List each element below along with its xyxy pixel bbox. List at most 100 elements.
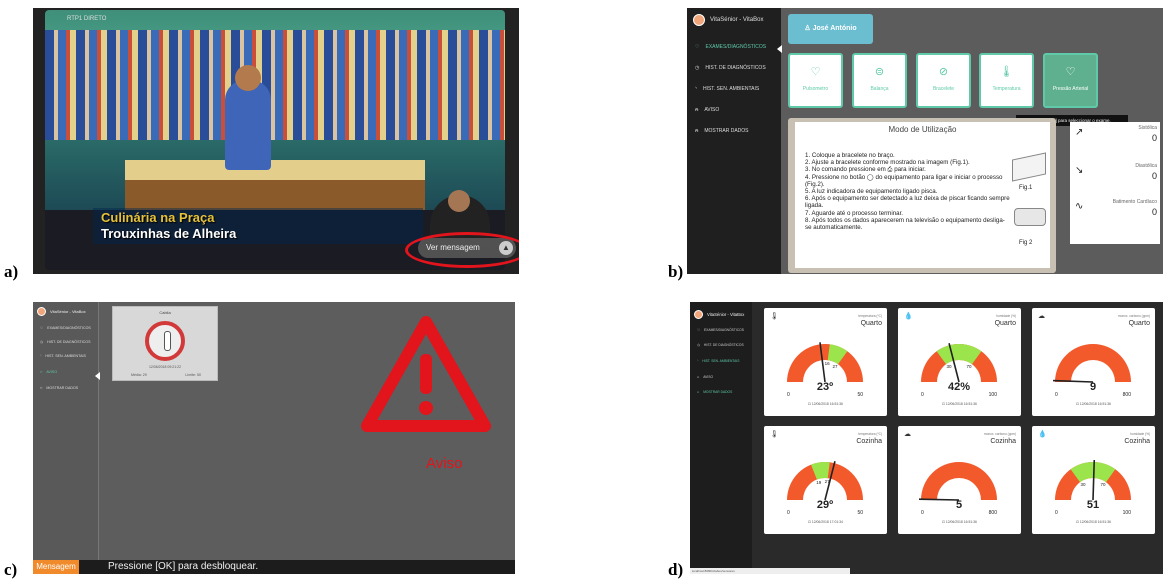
gauge-value: 9 [1090,381,1096,393]
gauge-max: 100 [989,392,998,398]
sidebar-item-aviso[interactable]: ⍾ AVISO [40,370,57,374]
sidebar-item-exames[interactable]: ♡ EXAMES/DIAGNÓSTICOS [697,328,744,332]
gauge-card: 💧 humidade (%) Cozinha 0 100 51 30 70 ⊡ 12/06/20… [1032,426,1155,534]
thermometer-icon: 🌡 [999,66,1014,78]
gauge-timestamp: ⊡ 12/06/2018 16:51:36 [1076,402,1111,406]
bell-icon: ⍾ [695,107,699,113]
sidebar-item-mostrar-dados[interactable]: ⍾ MOSTRAR DADOS [697,390,732,394]
sidebar-item-aviso[interactable]: ⍾ AVISO [695,107,719,113]
exam-card-temperatura[interactable]: 🌡 Temperatura [979,53,1034,108]
exam-card-bracelete[interactable]: ⊘ Bracelete [916,53,971,108]
gauge-dial: 0 50 23º 1627 [787,342,863,398]
gauge-max: 50 [857,392,863,398]
brand-name: VitaSénior - VitaBox [710,17,764,23]
bell-icon: ⍾ [40,386,43,390]
room-name: Cozinha [990,438,1016,445]
vital-diastolica: ↘ Diastólica 0 [1075,163,1157,181]
sidebar-item-exames[interactable]: ♡ EXAMES/DIAGNÓSTICOS [695,44,766,50]
sidebar-item-hist-ambientais[interactable]: ◝ HIST. SEN. AMBIENTAIS [40,354,86,358]
sensor-type: humidade (%) [996,314,1016,318]
clock-icon: ◷ [695,65,700,71]
tv-screen: RTP1 DIRETO Culinária na Praça Trouxinha… [45,10,505,270]
sidebar-item-label: HIST. DE DIAGNÓSTICOS [703,343,744,347]
exam-label: Temperatura [992,86,1021,92]
vital-label: Sistólica [1138,125,1157,131]
bell-icon: ⍾ [695,128,699,134]
sidebar-item-hist-diagnosticos[interactable]: ◷ HIST. DE DIAGNÓSTICOS [695,65,766,71]
interpreter-head [448,190,470,212]
gauge-dial: 0 800 5 [919,462,997,516]
logo-icon [37,307,46,316]
green-band-label: 30 [946,364,952,369]
tv-photo-panel: RTP1 DIRETO Culinária na Praça Trouxinha… [33,8,519,274]
aviso-label: Aviso [426,455,463,472]
step: 8. Após todos os dados aparecerem na tel… [805,216,1005,232]
bell-icon: ⍾ [697,390,700,394]
green-band-label: 70 [1100,482,1106,487]
exam-card-pulsometro[interactable]: ♡ Pulsometro [788,53,843,108]
clock-icon: ◷ [40,340,44,344]
gauge-value: 42% [948,381,970,393]
heart-icon: ♡ [40,326,44,330]
presenter-head [235,65,261,91]
wifi-icon: ◝ [40,354,42,358]
bell-icon: ⍾ [40,370,43,374]
brand: VitaSénior - VitaBox [693,14,763,26]
green-band-label: 16 [825,361,831,366]
gauge-min: 0 [787,510,790,516]
bracelet-icon: ⊘ [938,66,949,78]
sidebar-item-label: HIST. SEN. AMBIENTAIS [45,354,86,358]
pulse-icon: ♡ [810,66,821,78]
exam-card-pressao[interactable]: ♡ Pressão Arterial [1043,53,1098,108]
label-b: b) [668,262,684,281]
gauge-timestamp: ⊡ 12/06/2018 17:01:34 [808,520,843,524]
gauge-dial: 0 800 9 [1053,344,1131,398]
gauge-value: 5 [956,499,962,511]
sidebar-item-label: HIST. DE DIAGNÓSTICOS [705,65,766,71]
guide-title: Modo de Utilização [888,125,957,134]
gauge-card: ☁ monox. carbono (ppm) Cozinha 0 800 5 ⊡ 12/06… [898,426,1021,534]
exam-card-balanca[interactable]: ⊜ Balança [852,53,907,108]
sidebar-item-hist-ambientais[interactable]: ◝ HIST. SEN. AMBIENTAIS [695,86,759,92]
exam-label: Pulsometro [802,86,829,92]
clock-icon: ◷ [697,343,700,347]
fig1-caption: Fig.1 [1019,185,1033,191]
heart-icon: ♡ [695,44,700,50]
gauge-value: 23º [817,381,833,393]
sidebar-item-hist-ambientais[interactable]: ◝ HIST. SEN. AMBIENTAIS [697,359,739,363]
sensor-type: humidade (%) [1130,432,1150,436]
exam-label: Bracelete [932,86,955,92]
sidebar-item-exames[interactable]: ♡ EXAMES/DIAGNÓSTICOS [40,326,91,330]
sidebar-item-hist-diagnosticos[interactable]: ◷ HIST. DE DIAGNÓSTICOS [40,340,90,344]
sidebar-item-mostrar-dados[interactable]: ⍾ MOSTRAR DADOS [695,128,748,134]
caption-subtitle: Trouxinhas de Alheira [101,226,237,241]
step: 1. Coloque a bracelete no braço. [805,152,895,159]
gauge-max: 100 [1123,510,1132,516]
droplet-icon: 💧 [1038,431,1047,438]
thermometer-icon: 🌡 [770,313,779,320]
pressure-icon: ♡ [1065,66,1076,78]
presenter-figure [225,80,271,170]
device-illustration [1014,208,1046,226]
kitchen-counter-base [125,180,425,210]
gauge-min: 0 [921,510,924,516]
sidebar-item-label: MOSTRAR DADOS [46,386,79,390]
gauge-dial: 0 100 51 30 70 [1055,459,1132,516]
gauge-min: 0 [787,392,790,398]
gauge-card: 💧 humidade (%) Quarto 0 100 42% 30 70 ⊡ 12/06/20… [898,308,1021,416]
step: 3. No comando pressione em ⎙ para inicia… [805,166,926,174]
alert-stats: Média: 29 Limite: 50 [131,373,201,377]
wifi-icon: ◝ [697,359,699,363]
exam-screen-panel: VitaSénior - VitaBox ♡ EXAMES/DIAGNÓSTICO… [687,8,1163,274]
message-button[interactable]: Mensagem [33,560,79,574]
sidebar-item-hist-diagnosticos[interactable]: ◷ HIST. DE DIAGNÓSTICOS [697,343,744,347]
sensor-type: monox. carbono (ppm) [983,432,1016,436]
sidebar-item-mostrar-dados[interactable]: ⍾ MOSTRAR DADOS [40,386,78,390]
brand-name: VitaSénior - VitaBox [50,309,86,314]
scale-icon: ⊜ [874,66,885,78]
user-button[interactable]: ♙ José António [788,14,873,44]
sidebar-item-label: AVISO [703,375,714,379]
warning-icon [361,316,491,432]
gauge-value: 29º [817,499,833,511]
sidebar-item-aviso[interactable]: ⍾ AVISO [697,375,713,379]
